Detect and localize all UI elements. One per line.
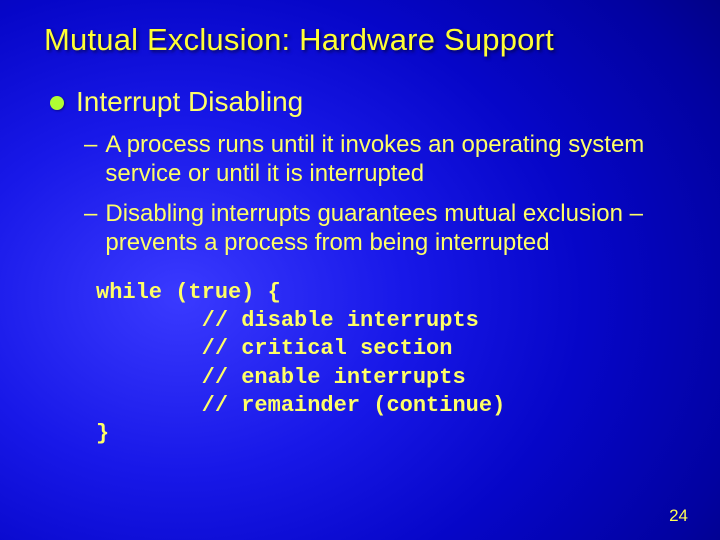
slide-title: Mutual Exclusion: Hardware Support <box>44 22 692 58</box>
slide-container: Mutual Exclusion: Hardware Support Inter… <box>0 0 720 540</box>
bullet-level2: – A process runs until it invokes an ope… <box>84 130 672 189</box>
dash-icon: – <box>84 199 97 228</box>
bullet-level1: Interrupt Disabling <box>50 86 692 118</box>
code-block: while (true) { // disable interrupts // … <box>96 279 692 448</box>
bullet-level2: – Disabling interrupts guarantees mutual… <box>84 199 672 258</box>
bullet-level1-text: Interrupt Disabling <box>76 86 303 118</box>
dash-icon: – <box>84 130 97 159</box>
bullet-level2-text: Disabling interrupts guarantees mutual e… <box>105 199 672 258</box>
page-number: 24 <box>669 506 688 526</box>
bullet-dot-icon <box>50 96 64 110</box>
bullet-level2-text: A process runs until it invokes an opera… <box>105 130 672 189</box>
